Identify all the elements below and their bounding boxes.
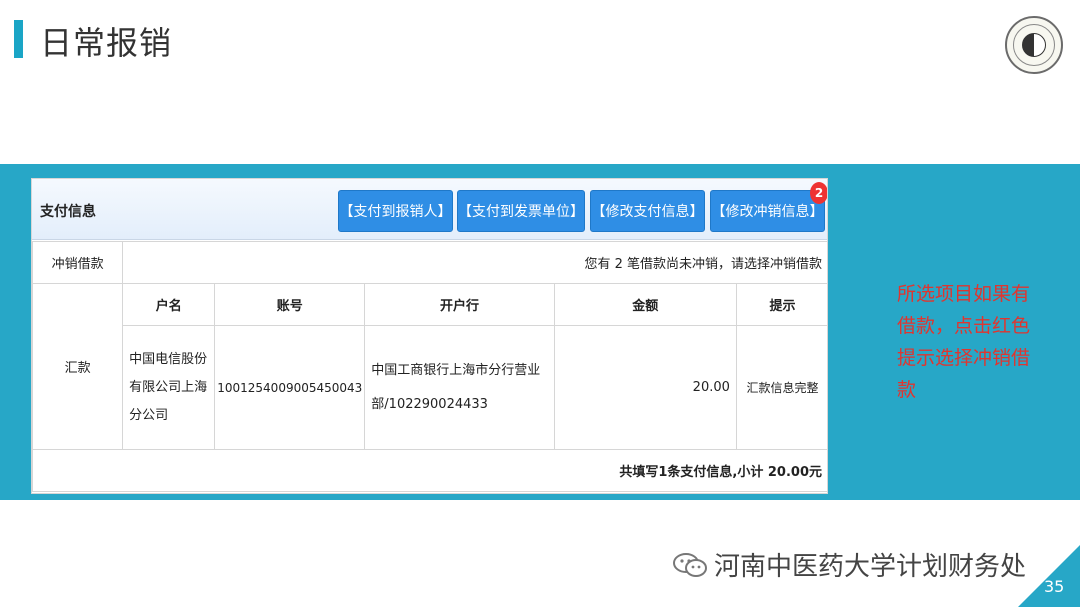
payment-table: 冲销借款 您有 2 笔借款尚未冲销，请选择冲销借款 汇款 户名 账号 开户行 金… bbox=[32, 241, 827, 492]
remit-label: 汇款 bbox=[32, 283, 124, 450]
header-bank: 开户行 bbox=[364, 283, 555, 326]
wechat-account-name: 河南中医药大学计划财务处 bbox=[714, 552, 1027, 582]
page-number: 35 bbox=[1044, 577, 1065, 596]
header-hint: 提示 bbox=[735, 283, 827, 326]
edit-payment-info-button[interactable]: 【修改支付信息】 bbox=[590, 190, 705, 232]
edit-offset-info-button[interactable]: 【修改冲销信息】 bbox=[710, 190, 825, 232]
table-row: 中国电信股份有限公司上海分公司 1001254009005450043 中国工商… bbox=[33, 325, 827, 450]
notification-badge: 2 bbox=[810, 182, 827, 204]
remit-header-row: 汇款 户名 账号 开户行 金额 提示 bbox=[32, 283, 827, 450]
cell-account-number: 1001254009005450043 bbox=[214, 325, 366, 450]
header-account-number: 账号 bbox=[214, 283, 366, 326]
summary-text: 共填写1条支付信息,小计 20.00元 bbox=[32, 449, 827, 492]
university-logo bbox=[1005, 16, 1063, 74]
pay-to-claimant-button[interactable]: 【支付到报销人】 bbox=[338, 190, 453, 232]
cell-amount: 20.00 bbox=[553, 325, 737, 450]
pay-to-invoice-unit-button[interactable]: 【支付到发票单位】 bbox=[457, 190, 585, 232]
cell-bank: 中国工商银行上海市分行营业部/102290024433 bbox=[364, 325, 555, 450]
payment-info-panel: 支付信息 【支付到报销人】 【支付到发票单位】 【修改支付信息】 【修改冲销信息… bbox=[31, 178, 828, 494]
offset-loan-label: 冲销借款 bbox=[32, 241, 124, 284]
wechat-icon bbox=[673, 552, 707, 577]
summary-row: 共填写1条支付信息,小计 20.00元 bbox=[32, 449, 827, 492]
offset-loan-alert[interactable]: 您有 2 笔借款尚未冲销，请选择冲销借款 bbox=[122, 241, 827, 284]
offset-loan-row: 冲销借款 您有 2 笔借款尚未冲销，请选择冲销借款 bbox=[32, 241, 827, 284]
panel-header: 支付信息 【支付到报销人】 【支付到发票单位】 【修改支付信息】 【修改冲销信息… bbox=[32, 179, 827, 240]
header-amount: 金额 bbox=[553, 283, 737, 326]
slide-title: 日常报销 bbox=[40, 24, 173, 62]
cell-hint[interactable]: 汇款信息完整 bbox=[735, 325, 827, 450]
page-corner bbox=[1018, 545, 1080, 607]
wechat-account: 河南中医药大学计划财务处 bbox=[672, 546, 1026, 583]
instruction-note: 所选项目如果有借款，点击红色提示选择冲销借款 bbox=[897, 283, 1031, 401]
header-account-name: 户名 bbox=[122, 283, 216, 326]
panel-title: 支付信息 bbox=[40, 204, 96, 220]
title-accent-bar bbox=[14, 20, 23, 58]
cell-account-name: 中国电信股份有限公司上海分公司 bbox=[122, 325, 216, 450]
yin-yang-icon bbox=[1022, 33, 1046, 57]
